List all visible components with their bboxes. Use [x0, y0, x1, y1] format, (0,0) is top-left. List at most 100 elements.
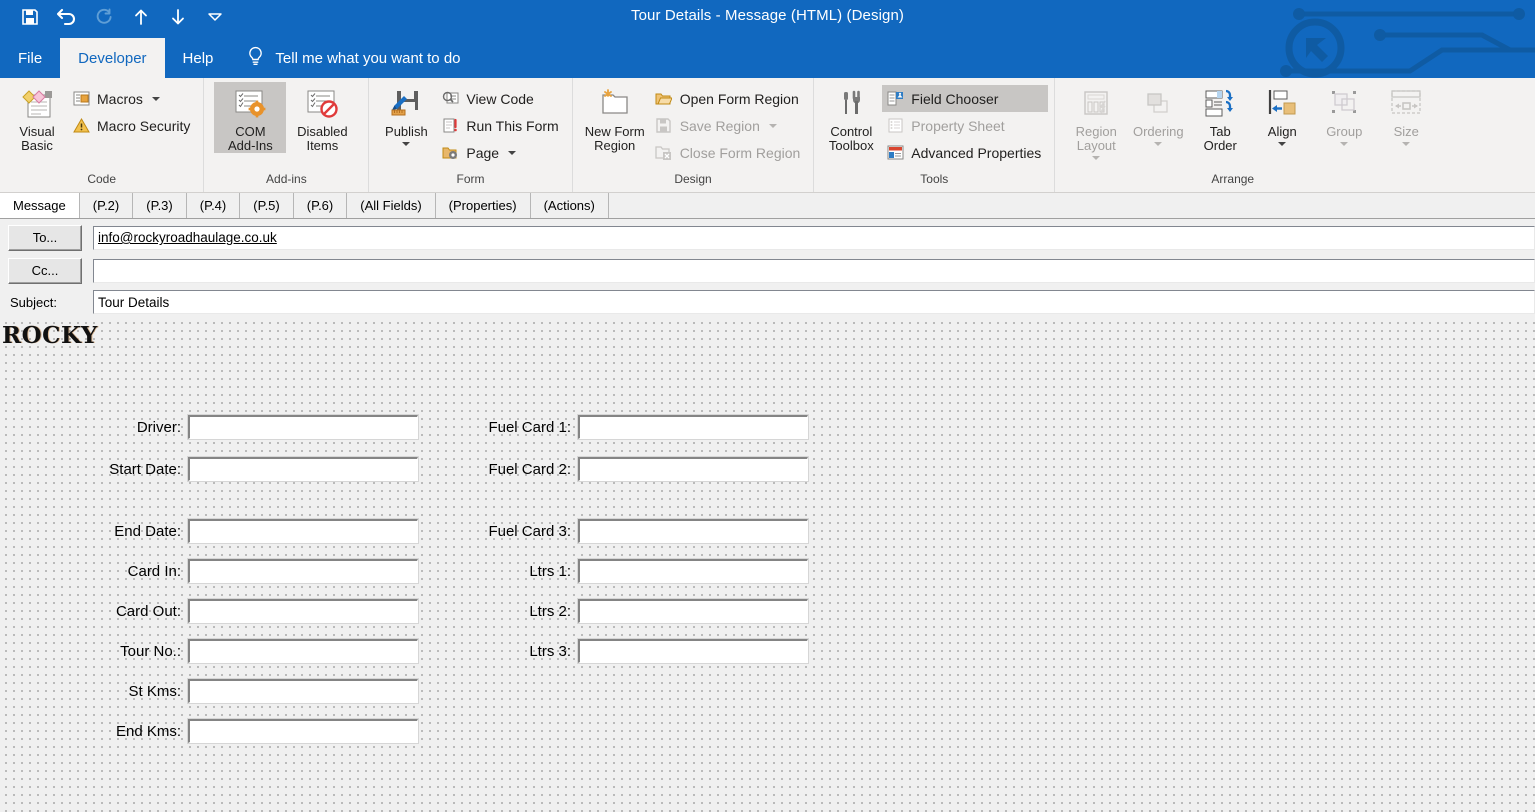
page-tab-p4[interactable]: (P.4)	[186, 193, 241, 218]
ordering-button[interactable]: Ordering	[1127, 82, 1189, 146]
new-form-region-button[interactable]: New Form Region	[579, 82, 651, 153]
form-row-ltrs-1: Ltrs 1:	[390, 558, 809, 584]
page-tab-all-fields[interactable]: (All Fields)	[347, 193, 436, 218]
cc-row: Cc...	[0, 254, 1535, 287]
chevron-down-icon[interactable]	[1278, 142, 1287, 146]
page-tab-actions[interactable]: (Actions)	[530, 193, 609, 218]
group-label: Group	[1326, 124, 1363, 139]
macro-security-button[interactable]: Macro Security	[68, 112, 197, 139]
driver-input[interactable]	[187, 414, 419, 440]
end-date-input[interactable]	[187, 518, 419, 544]
save-region-button[interactable]: Save Region	[651, 112, 808, 139]
size-button[interactable]: Size	[1375, 82, 1437, 146]
page-tab-p2[interactable]: (P.2)	[79, 193, 134, 218]
ribbon-group-tools-label: Tools	[920, 172, 949, 186]
align-icon	[1263, 86, 1301, 122]
page-tab-p3[interactable]: (P.3)	[133, 193, 187, 218]
fuel-card-2-input[interactable]	[577, 456, 809, 482]
com-addins-button[interactable]: COM Add-Ins	[214, 82, 287, 153]
fuel-card-1-input[interactable]	[577, 414, 809, 440]
publish-button[interactable]: Publish	[375, 82, 437, 146]
chevron-down-icon[interactable]	[1340, 142, 1349, 146]
control-toolbox-label-1: Control	[830, 124, 873, 139]
open-form-region-button[interactable]: Open Form Region	[651, 85, 808, 112]
window-title: Tour Details - Message (HTML) (Design)	[630, 7, 905, 24]
disabled-items-button[interactable]: Disabled Items	[286, 82, 358, 153]
menu-tab-help[interactable]: Help	[165, 38, 232, 78]
form-row-end-date: End Date:	[0, 518, 419, 544]
field-chooser-button[interactable]: Field Chooser	[882, 85, 1049, 112]
page-tab-p5[interactable]: (P.5)	[240, 193, 294, 218]
lightbulb-icon	[247, 46, 264, 70]
to-field[interactable]: info@rockyroadhaulage.co.uk	[93, 225, 1535, 250]
next-item-icon[interactable]	[164, 3, 192, 31]
to-button[interactable]: To...	[8, 224, 82, 251]
card-out-input[interactable]	[187, 598, 419, 624]
save-icon[interactable]	[16, 3, 44, 31]
message-header: To... info@rockyroadhaulage.co.uk Cc... …	[0, 219, 1535, 317]
card-in-input[interactable]	[187, 558, 419, 584]
advanced-properties-button[interactable]: Advanced Properties	[882, 139, 1048, 166]
ordering-label: Ordering	[1132, 124, 1184, 139]
menu-tab-developer[interactable]: Developer	[60, 38, 165, 78]
form-row-end-kms: End Kms:	[0, 718, 419, 744]
cc-field[interactable]	[93, 258, 1535, 283]
chevron-down-icon[interactable]	[1092, 156, 1101, 160]
ltrs-1-label: Ltrs 1:	[529, 562, 571, 580]
new-form-region-label-1: New Form	[584, 124, 645, 139]
view-code-button[interactable]: View Code	[437, 85, 565, 112]
driver-label: Driver:	[136, 418, 181, 436]
chevron-down-icon[interactable]	[1402, 142, 1411, 146]
ribbon-group-design-label: Design	[674, 172, 712, 186]
group-button[interactable]: Group	[1313, 82, 1375, 146]
ltrs-1-input[interactable]	[577, 558, 809, 584]
previous-item-icon[interactable]	[127, 3, 155, 31]
quick-access-toolbar	[10, 0, 229, 34]
st-kms-input[interactable]	[187, 678, 419, 704]
macros-label: Macros	[97, 90, 143, 107]
field-chooser-icon	[886, 90, 904, 108]
cc-button[interactable]: Cc...	[8, 257, 82, 284]
close-form-region-icon	[655, 144, 673, 162]
page-tab-properties[interactable]: (Properties)	[435, 193, 531, 218]
tab-order-button[interactable]: Tab Order	[1189, 82, 1251, 153]
visual-basic-icon	[19, 86, 55, 122]
tell-me-search[interactable]: Tell me what you want to do	[231, 38, 474, 78]
control-toolbox-button[interactable]: Control Toolbox	[820, 82, 882, 153]
page-tab-p6[interactable]: (P.6)	[293, 193, 348, 218]
ltrs-2-input[interactable]	[577, 598, 809, 624]
ribbon-group-addins-label: Add-ins	[266, 172, 307, 186]
end-kms-input[interactable]	[187, 718, 419, 744]
close-form-region-button[interactable]: Close Form Region	[651, 139, 808, 166]
ribbon-group-code-label: Code	[87, 172, 117, 186]
property-sheet-button[interactable]: Property Sheet	[882, 112, 1048, 139]
undo-icon[interactable]	[53, 3, 81, 31]
align-button[interactable]: Align	[1251, 82, 1313, 146]
start-date-input[interactable]	[187, 456, 419, 482]
run-this-form-button[interactable]: Run This Form	[437, 112, 565, 139]
region-layout-button[interactable]: Region Layout	[1065, 82, 1127, 160]
page-button[interactable]: Page	[437, 139, 565, 166]
publish-label: Publish	[385, 124, 428, 139]
tour-no-input[interactable]	[187, 638, 419, 664]
menu-tab-file[interactable]: File	[0, 38, 60, 78]
close-form-region-label: Close Form Region	[679, 144, 801, 161]
macros-button[interactable]: Macros	[68, 85, 197, 112]
chevron-down-icon[interactable]	[402, 142, 411, 146]
page-tab-message[interactable]: Message	[0, 193, 80, 218]
form-design-canvas[interactable]: ROCKY Driver: Start Date: End Date: Card…	[0, 317, 1535, 812]
ribbon-group-code: Visual Basic Macros Macro Security Code	[0, 78, 203, 192]
chevron-down-icon[interactable]	[1154, 142, 1163, 146]
to-row: To... info@rockyroadhaulage.co.uk	[0, 221, 1535, 254]
ltrs-3-input[interactable]	[577, 638, 809, 664]
run-this-form-label: Run This Form	[466, 117, 559, 134]
end-date-label: End Date:	[114, 522, 181, 540]
customize-toolbar-icon[interactable]	[201, 3, 229, 31]
ribbon-group-form: Publish View Code Run This Form Page For…	[368, 78, 571, 192]
redo-icon[interactable]	[90, 3, 118, 31]
ribbon: Visual Basic Macros Macro Security Code …	[0, 78, 1535, 193]
visual-basic-button[interactable]: Visual Basic	[6, 82, 68, 153]
fuel-card-3-input[interactable]	[577, 518, 809, 544]
region-layout-label-2: Layout	[1076, 138, 1116, 153]
subject-field[interactable]: Tour Details	[93, 290, 1535, 314]
